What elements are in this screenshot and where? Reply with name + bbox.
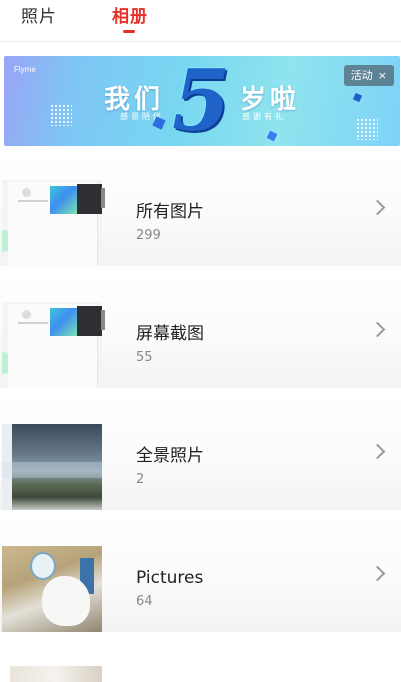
thumbnail-text-line	[18, 200, 48, 202]
album-thumbnail	[2, 180, 102, 266]
thumbnail-stack-edge	[101, 188, 105, 208]
album-thumbnail	[2, 302, 102, 388]
album-item-pictures[interactable]: Pictures 64	[0, 516, 401, 632]
thumbnail-color-tile	[50, 186, 77, 214]
album-thumbnail	[2, 424, 102, 510]
album-title: 全景照片	[136, 446, 204, 466]
tab-albums[interactable]: 相册	[112, 6, 148, 28]
thumbnail-screenshot-page	[8, 182, 102, 266]
thumbnail-dark-tile	[77, 306, 102, 336]
banner-dot-pattern-left	[50, 104, 72, 126]
promo-banner[interactable]: Flyme 我们 5 岁啦 感恩陪伴 感谢有礼 活动 ×	[4, 56, 400, 146]
album-item-screenshots[interactable]: 屏幕截图 55	[0, 272, 401, 388]
thumbnail-object	[30, 552, 56, 580]
thumbnail-avatar	[22, 310, 31, 319]
banner-number-five: 5	[172, 56, 231, 146]
banner-brand-label: Flyme	[14, 65, 36, 74]
album-count: 64	[136, 594, 153, 609]
thumbnail-text-line	[18, 322, 48, 324]
album-count: 299	[136, 228, 161, 243]
thumbnail-color-tile	[50, 308, 77, 336]
album-title: 屏幕截图	[136, 324, 204, 344]
album-thumbnail	[2, 546, 102, 632]
thumbnail-avatar	[22, 188, 31, 197]
top-tab-bar: 照片 相册	[0, 0, 401, 42]
thumbnail-dark-tile	[77, 184, 102, 214]
album-title: 所有图片	[136, 202, 204, 222]
banner-decor-square	[352, 92, 363, 103]
album-title: Pictures	[136, 568, 204, 588]
tab-photos[interactable]: 照片	[21, 6, 57, 28]
thumbnail-screenshot-page	[8, 304, 102, 388]
album-thumbnail-partial	[10, 666, 102, 682]
banner-dot-pattern-right	[356, 118, 378, 140]
active-tab-indicator	[123, 30, 135, 33]
album-item-all-photos[interactable]: 所有图片 299	[0, 150, 401, 266]
thumbnail-object	[42, 576, 90, 626]
activity-tag[interactable]: 活动 ×	[343, 65, 394, 86]
close-icon[interactable]: ×	[378, 65, 387, 86]
banner-subtitle-right: 感谢有礼	[242, 112, 286, 121]
banner-decor-square	[266, 130, 278, 142]
thumbnail-stack-edge	[101, 310, 105, 330]
activity-tag-label: 活动	[350, 69, 373, 82]
album-count: 55	[136, 350, 153, 365]
thumbnail-horizon-haze	[2, 462, 102, 478]
album-count: 2	[136, 472, 145, 487]
album-item-panoramas[interactable]: 全景照片 2	[0, 394, 401, 510]
